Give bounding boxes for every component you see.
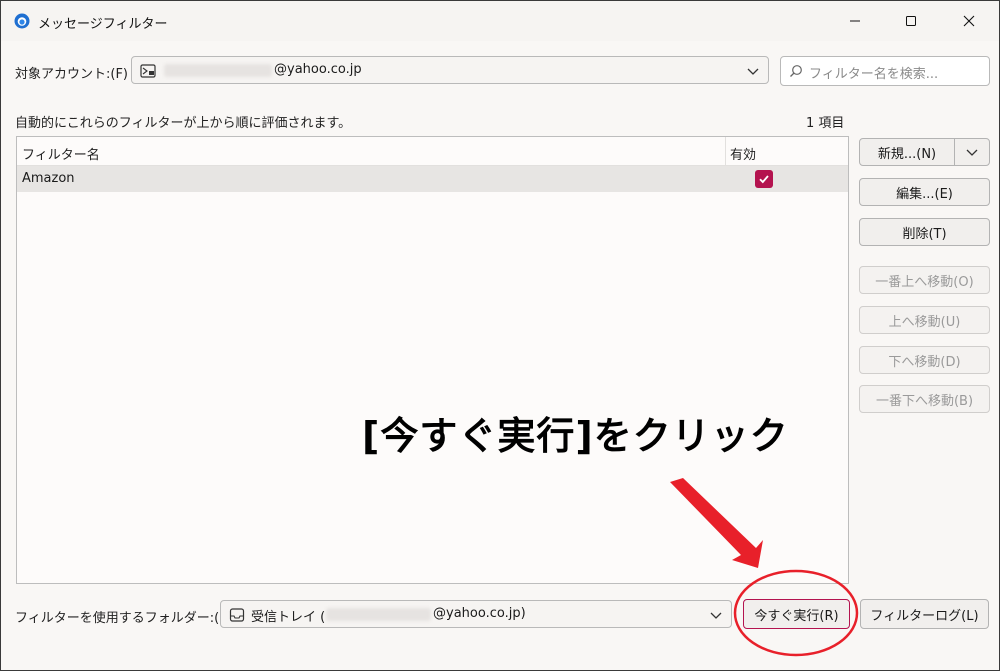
filter-list-header: フィルター名 有効 [17,137,848,166]
folder-select[interactable]: 受信トレイ ( @yahoo.co.jp) [220,600,732,628]
move-bottom-button[interactable]: 一番下へ移動(B) [859,385,990,413]
close-icon [963,15,975,27]
delete-filter-button[interactable]: 削除(T) [859,218,990,246]
maximize-button[interactable] [883,1,939,41]
filter-enabled-checkbox[interactable] [755,170,773,188]
filter-row-name: Amazon [22,171,75,186]
maximize-icon [906,16,916,26]
app-icon [14,13,30,29]
edit-filter-button[interactable]: 編集...(E) [859,178,990,206]
chevron-down-icon [747,68,759,75]
redacted-email [326,608,431,621]
filter-search-box[interactable]: フィルター名を検索... [780,56,990,86]
filter-order-description: 自動的にこれらのフィルターが上から順に評価されます。 [15,116,352,131]
account-label: 対象アカウント:(F) [15,67,129,82]
folder-name-prefix: 受信トレイ ( [251,610,326,625]
account-select[interactable]: @yahoo.co.jp [131,56,769,84]
filter-row[interactable]: Amazon [17,166,848,192]
account-email-domain: @yahoo.co.jp [274,62,362,77]
column-header-name[interactable]: フィルター名 [22,144,100,163]
close-button[interactable] [941,1,997,41]
folder-label: フィルターを使用するフォルダー:(C) [15,611,234,626]
move-up-button[interactable]: 上へ移動(U) [859,306,990,334]
search-icon [790,65,802,77]
column-header-enabled[interactable]: 有効 [730,144,756,163]
window-title: メッセージフィルター [38,17,168,32]
filter-count: 1 項目 [806,116,845,131]
message-filters-window: メッセージフィルター 対象アカウント:(F) @yahoo.co.jp フィルタ… [0,0,1000,671]
chevron-down-icon [966,149,978,156]
filter-log-button[interactable]: フィルターログ(L) [860,599,989,629]
new-filter-menu-button[interactable] [954,138,990,166]
redacted-email [164,64,272,77]
account-icon [140,64,156,78]
move-down-button[interactable]: 下へ移動(D) [859,346,990,374]
filter-list[interactable]: フィルター名 有効 Amazon [16,136,849,584]
chevron-down-icon [710,612,722,619]
column-separator [725,137,726,165]
checkbox-checked-icon [759,175,769,184]
move-top-button[interactable]: 一番上へ移動(O) [859,266,990,294]
run-now-button[interactable]: 今すぐ実行(R) [743,599,850,629]
annotation-instruction: [今すぐ実行]をクリック [362,414,789,458]
minimize-button[interactable] [827,1,883,41]
search-placeholder: フィルター名を検索... [809,67,939,82]
inbox-icon [229,608,245,622]
title-bar: メッセージフィルター [1,1,999,41]
minimize-icon [850,20,860,22]
new-filter-button[interactable]: 新規...(N) [859,138,955,166]
folder-email-domain: @yahoo.co.jp) [433,606,526,621]
